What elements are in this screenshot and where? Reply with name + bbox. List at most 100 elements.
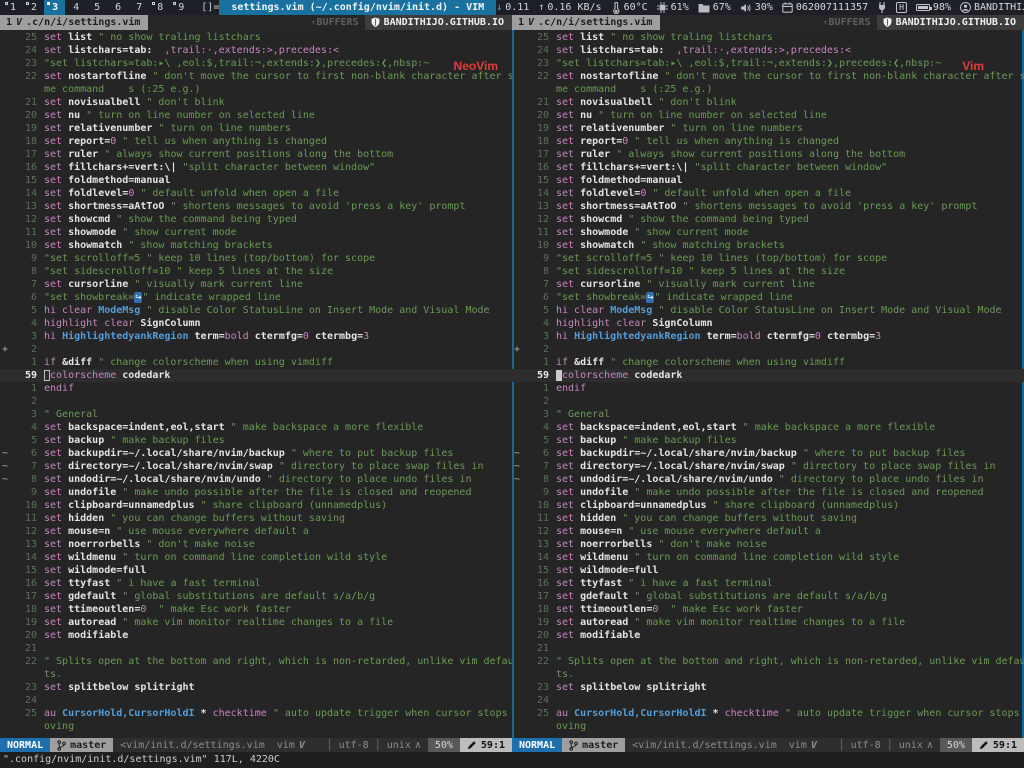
buffer-row[interactable]: 8"set sidescrolloff=10 " keep 5 lines at…	[512, 265, 1024, 278]
workspace-8[interactable]: 8	[149, 0, 170, 15]
buffer-row-cursor[interactable]: 59 colorscheme codedark	[0, 369, 512, 382]
buffer-row[interactable]: ~8set undodir=~/.local/share/nvim/undo "…	[0, 473, 512, 486]
buffer-row[interactable]: 14set foldlevel=0 " default unfold when …	[0, 187, 512, 200]
buffer-row[interactable]: 6"set showbreak=↪" indicate wrapped line	[0, 291, 512, 304]
buffer-row[interactable]: 4highlight clear SignColumn	[512, 317, 1024, 330]
buffer-row[interactable]: 25au CursorHold,CursorHoldI * checktime …	[0, 707, 512, 720]
buffer-row[interactable]: 14set foldlevel=0 " default unfold when …	[512, 187, 1024, 200]
buffer-row[interactable]: 19set relativenumber " turn on line numb…	[0, 122, 512, 135]
workspace-1[interactable]: 1	[2, 0, 23, 15]
buffer-row[interactable]: ~6set backupdir=~/.local/share/nvim/back…	[512, 447, 1024, 460]
buffer-row[interactable]: 22set nostartofline " don't move the cur…	[512, 70, 1024, 83]
buffer-row[interactable]: 11set showmode " show current mode	[512, 226, 1024, 239]
buffer-row[interactable]: 12set showcmd " show the command being t…	[512, 213, 1024, 226]
buffer-row[interactable]: 4highlight clear SignColumn	[0, 317, 512, 330]
buffer-row[interactable]: 22set nostartofline " don't move the cur…	[0, 70, 512, 83]
buffer-row-cursor[interactable]: 59 colorscheme codedark	[512, 369, 1024, 382]
buffer-row[interactable]: 9set undofile " make undo possible after…	[512, 486, 1024, 499]
buffer-row[interactable]: 18set ttimeoutlen=0 " make Esc work fast…	[512, 603, 1024, 616]
buffer-row[interactable]: 19set autoread " make vim monitor realti…	[0, 616, 512, 629]
buffer-row[interactable]: me command s (:25 e.g.)	[0, 83, 512, 96]
buffer-row[interactable]: 20set modifiable	[0, 629, 512, 642]
buffer-row[interactable]: 12set showcmd " show the command being t…	[0, 213, 512, 226]
buffer-row[interactable]: 5hi clear ModeMsg " disable Color Status…	[512, 304, 1024, 317]
buffer-row[interactable]: 23set splitbelow splitright	[512, 681, 1024, 694]
buffer-row[interactable]: 12set mouse=n " use mouse everywhere def…	[0, 525, 512, 538]
buffer-row[interactable]: 4set backspace=indent,eol,start " make b…	[512, 421, 1024, 434]
buffer-row[interactable]: 23"set listchars=tab:▸\ ,eol:$,trail:¬,e…	[0, 57, 512, 70]
buffer-row[interactable]: 2	[512, 395, 1024, 408]
workspace-7[interactable]: 7	[128, 0, 149, 15]
buffer-row[interactable]: 10set clipboard=unnamedplus " share clip…	[512, 499, 1024, 512]
buffer-row[interactable]: 15set wildmode=full	[0, 564, 512, 577]
buffer-row[interactable]: me command s (:25 e.g.)	[512, 83, 1024, 96]
buffer-row[interactable]: 25set list " no show traling listchars	[512, 31, 1024, 44]
buffer-row[interactable]: oving	[0, 720, 512, 733]
buffer-row[interactable]: 7set cursorline " visually mark current …	[512, 278, 1024, 291]
buffer-row[interactable]: 3" General	[0, 408, 512, 421]
buffer-row[interactable]: +2	[0, 343, 512, 356]
tabline-buffer-item[interactable]: 1 V .c/n/i/settings.vim	[0, 15, 148, 30]
buffer-row[interactable]: ts.	[0, 668, 512, 681]
buffer-text-area[interactable]: 25set list " no show traling listchars 2…	[512, 30, 1024, 738]
buffer-row[interactable]: 21	[512, 642, 1024, 655]
buffer-row[interactable]: 22" Splits open at the bottom and right,…	[512, 655, 1024, 668]
buffer-row[interactable]: 11set showmode " show current mode	[0, 226, 512, 239]
workspace-5[interactable]: 5	[86, 0, 107, 15]
buffer-row[interactable]: 3" General	[512, 408, 1024, 421]
buffer-row[interactable]: 17set ruler " always show current positi…	[0, 148, 512, 161]
buffer-text-area[interactable]: 25set list " no show traling listchars 2…	[0, 30, 512, 738]
buffer-row[interactable]: 9"set scrolloff=5 " keep 10 lines (top/b…	[512, 252, 1024, 265]
buffer-row[interactable]: 9"set scrolloff=5 " keep 10 lines (top/b…	[0, 252, 512, 265]
buffer-row[interactable]: 25set list " no show traling listchars	[0, 31, 512, 44]
buffer-row[interactable]: 3hi HighlightedyankRegion term=bold cter…	[512, 330, 1024, 343]
buffer-row[interactable]: 21set novisualbell " don't blink	[0, 96, 512, 109]
buffer-row[interactable]: 18set report=0 " tell us when anything i…	[512, 135, 1024, 148]
buffer-row[interactable]: 20set modifiable	[512, 629, 1024, 642]
buffer-row[interactable]: 14set wildmenu " turn on command line co…	[0, 551, 512, 564]
workspace-9[interactable]: 9	[170, 0, 191, 15]
buffer-row[interactable]: 24set listchars=tab: ,trail:·,extends:>,…	[0, 44, 512, 57]
buffer-row[interactable]: 24	[0, 694, 512, 707]
buffer-row[interactable]: ts.	[512, 668, 1024, 681]
buffer-row[interactable]: 6"set showbreak=↪" indicate wrapped line	[512, 291, 1024, 304]
buffer-row[interactable]: 24set listchars=tab: ,trail:·,extends:>,…	[512, 44, 1024, 57]
buffer-row[interactable]: ~7set directory=~/.local/share/nvim/swap…	[512, 460, 1024, 473]
buffer-row[interactable]: 20set nu " turn on line number on select…	[512, 109, 1024, 122]
buffer-row[interactable]: 9set undofile " make undo possible after…	[0, 486, 512, 499]
buffer-row[interactable]: 13set noerrorbells " don't make noise	[512, 538, 1024, 551]
buffer-row[interactable]: 14set wildmenu " turn on command line co…	[512, 551, 1024, 564]
buffer-row[interactable]: 12set mouse=n " use mouse everywhere def…	[512, 525, 1024, 538]
buffer-row[interactable]: 1endif	[0, 382, 512, 395]
buffer-row[interactable]: 18set ttimeoutlen=0 " make Esc work fast…	[0, 603, 512, 616]
buffer-row[interactable]: 1if &diff " change colorscheme when usin…	[512, 356, 1024, 369]
buffer-row[interactable]: 13set noerrorbells " don't make noise	[0, 538, 512, 551]
buffer-row[interactable]: 17set gdefault " global substitutions ar…	[512, 590, 1024, 603]
buffer-row[interactable]: 5set backup " make backup files	[512, 434, 1024, 447]
buffer-row[interactable]: 19set relativenumber " turn on line numb…	[512, 122, 1024, 135]
buffer-row[interactable]: ~8set undodir=~/.local/share/nvim/undo "…	[512, 473, 1024, 486]
buffer-row[interactable]: 22" Splits open at the bottom and right,…	[0, 655, 512, 668]
buffer-row[interactable]: +2	[512, 343, 1024, 356]
buffer-row[interactable]: 24	[512, 694, 1024, 707]
buffer-row[interactable]: 10set showmatch " show matching brackets	[0, 239, 512, 252]
buffer-row[interactable]: 10set showmatch " show matching brackets	[512, 239, 1024, 252]
buffer-row[interactable]: 2	[0, 395, 512, 408]
buffer-row[interactable]: oving	[512, 720, 1024, 733]
buffer-row[interactable]: 8"set sidescrolloff=10 " keep 5 lines at…	[0, 265, 512, 278]
buffer-row[interactable]: 13set shortmess=aAtToO " shortens messag…	[0, 200, 512, 213]
buffer-row[interactable]: 16set ttyfast " i have a fast terminal	[512, 577, 1024, 590]
buffer-row[interactable]: 17set ruler " always show current positi…	[512, 148, 1024, 161]
buffer-row[interactable]: 21set novisualbell " don't blink	[512, 96, 1024, 109]
buffer-row[interactable]: 15set foldmethod=manual	[0, 174, 512, 187]
buffer-row[interactable]: 23set splitbelow splitright	[0, 681, 512, 694]
buffer-row[interactable]: 4set backspace=indent,eol,start " make b…	[0, 421, 512, 434]
buffer-row[interactable]: 1if &diff " change colorscheme when usin…	[0, 356, 512, 369]
buffer-row[interactable]: ~6set backupdir=~/.local/share/nvim/back…	[0, 447, 512, 460]
workspace-4[interactable]: 4	[65, 0, 86, 15]
workspace-3[interactable]: 3	[44, 0, 65, 15]
buffer-row[interactable]: 19set autoread " make vim monitor realti…	[512, 616, 1024, 629]
buffer-row[interactable]: 3hi HighlightedyankRegion term=bold cter…	[0, 330, 512, 343]
buffer-row[interactable]: 23"set listchars=tab:▸\ ,eol:$,trail:¬,e…	[512, 57, 1024, 70]
buffer-row[interactable]: 13set shortmess=aAtToO " shortens messag…	[512, 200, 1024, 213]
